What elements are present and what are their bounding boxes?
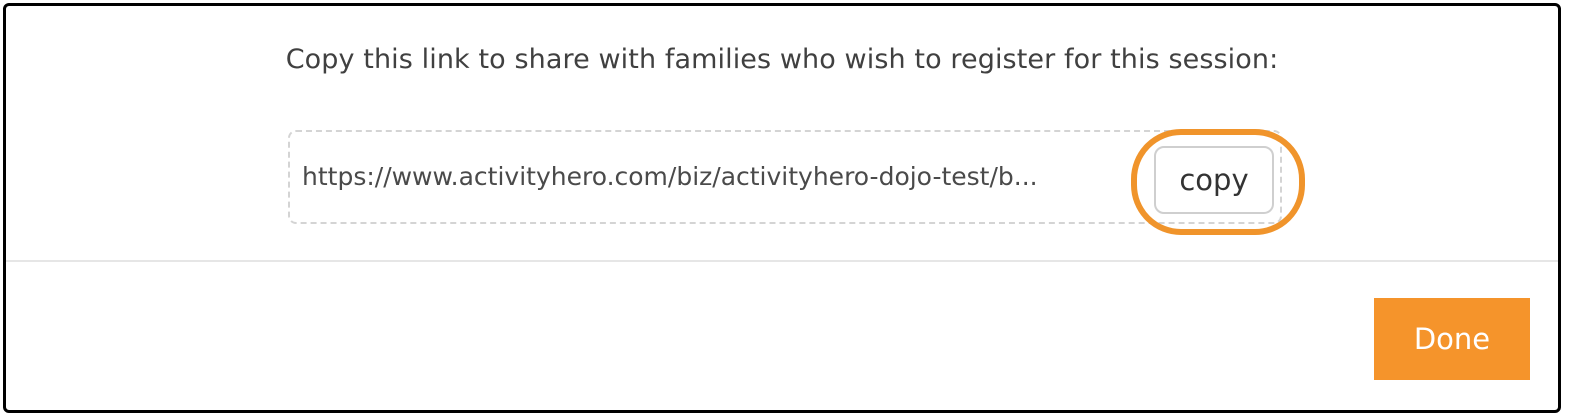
footer-divider — [6, 260, 1558, 262]
share-link-url[interactable]: https://www.activityhero.com/biz/activit… — [302, 162, 1132, 191]
share-link-dialog: Copy this link to share with families wh… — [3, 3, 1561, 413]
copy-button[interactable]: copy — [1154, 146, 1274, 214]
share-prompt-text: Copy this link to share with families wh… — [285, 44, 1279, 75]
share-link-field[interactable]: https://www.activityhero.com/biz/activit… — [288, 130, 1282, 224]
done-button[interactable]: Done — [1374, 298, 1530, 380]
